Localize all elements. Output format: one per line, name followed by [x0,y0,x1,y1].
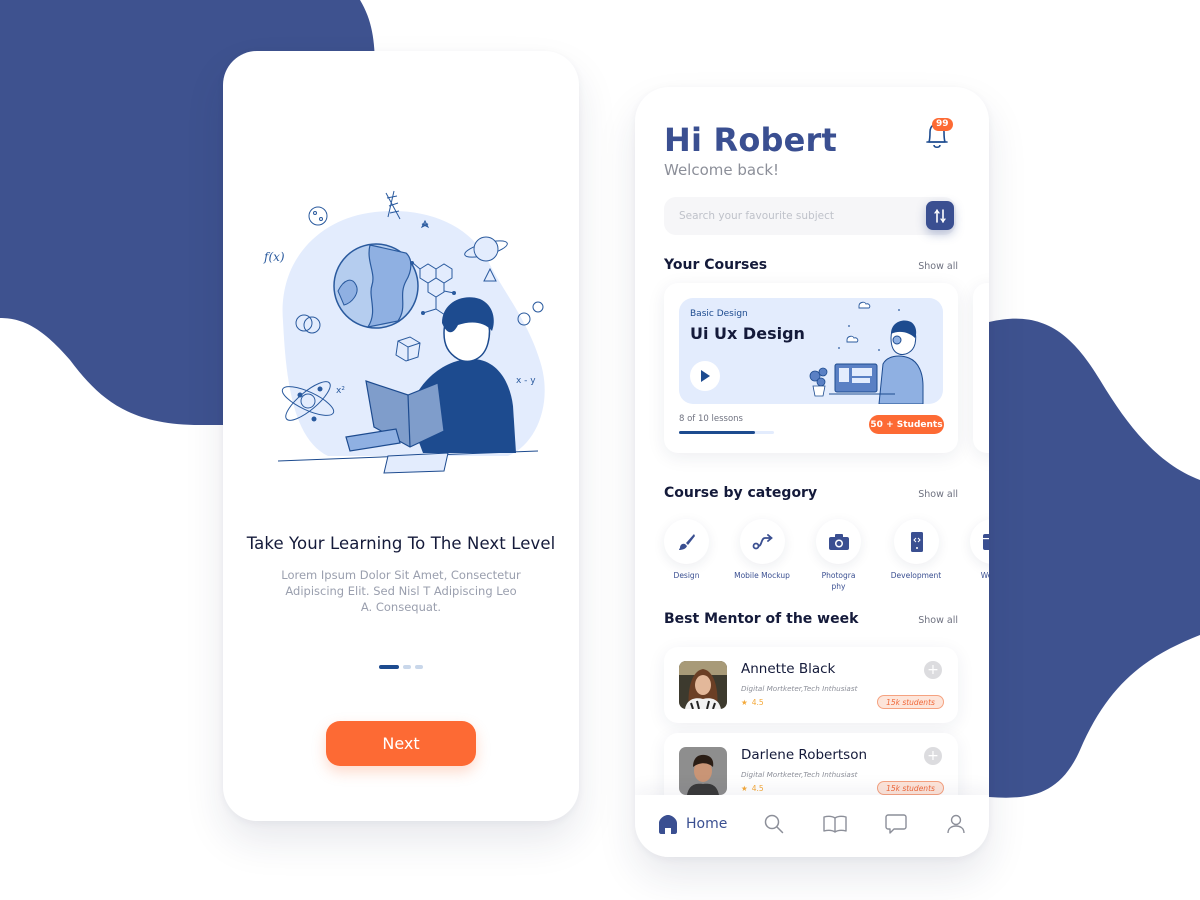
onboarding-screen: f(x) x² x - y Take Your Learning To The … [223,51,579,821]
camera-icon [828,533,849,550]
pagination-dots [379,665,423,669]
home-icon [659,815,677,834]
categories-heading: Course by category [664,485,818,501]
notification-badge: 99 [932,118,953,131]
home-screen: Hi Robert Welcome back! 99 Your Courses … [635,87,989,857]
course-card[interactable]: Basic Design Ui Ux Design 8 of 10 lesson… [664,283,958,453]
course-banner: Basic Design Ui Ux Design [679,298,943,404]
pagination-dot[interactable] [403,665,411,669]
star-icon: ★ [741,784,748,793]
xy-label: x - y [516,376,536,386]
mentor-rating: ★ 4.5 [741,784,764,793]
play-button[interactable] [690,361,720,391]
brush-icon [678,533,695,550]
category-development[interactable]: Development [891,519,970,592]
students-count-badge: 50 + Students [869,415,944,434]
right-blob [989,318,1200,798]
tab-messages[interactable] [885,814,907,834]
welcome-text: Welcome back! [664,161,780,179]
search-input[interactable] [664,210,956,222]
next-button[interactable]: Next [326,721,476,766]
mentor-rating: ★ 4.5 [741,698,764,707]
mentor-students-badge: 15k students [877,781,944,795]
book-icon [823,815,847,833]
globe-icon [333,243,419,329]
your-courses-heading: Your Courses [664,257,768,273]
pagination-dot-active[interactable] [379,665,399,669]
play-icon [701,370,710,382]
lessons-progress-fill [679,431,755,434]
mobile-code-icon [910,531,923,552]
category-web-design[interactable]: Web d [970,519,989,592]
categories-show-all[interactable]: Show all [918,489,958,500]
mentor-avatar [679,661,727,709]
bottom-tab-bar: Home [635,795,989,857]
course-card-next-peek[interactable] [973,283,989,453]
mentor-avatar [679,747,727,795]
onboarding-description: Lorem Ipsum Dolor Sit Amet, Consectetur … [281,568,521,614]
tab-profile[interactable] [947,814,965,834]
mentor-role: Digital Mortketer,Tech Inthusiast [741,770,858,779]
rating-value: 4.5 [751,784,764,793]
category-label: Photogra phy [821,571,856,591]
greeting-title: Hi Robert [664,121,838,159]
add-mentor-button[interactable]: + [924,747,942,765]
lessons-progress-text: 8 of 10 lessons [679,414,743,424]
mentors-heading: Best Mentor of the week [664,611,859,627]
designer-at-laptop-illustration [809,301,924,404]
course-category: Basic Design [690,309,748,319]
category-label: Mobile Mockup [734,571,790,580]
browser-icon [982,533,989,550]
category-photography[interactable]: Photogra phy [816,519,892,592]
filter-button[interactable] [926,201,954,230]
fx-label: f(x) [263,250,285,264]
chat-icon [885,814,907,834]
background-blobs [0,0,1200,798]
search-bar [664,197,956,235]
mentor-card[interactable]: Annette Black Digital Mortketer,Tech Int… [664,647,958,723]
sliders-icon [934,208,946,223]
onboarding-title: Take Your Learning To The Next Level [246,534,556,553]
mentor-name: Darlene Robertson [741,747,868,763]
student-reading-illustration: f(x) x² x - y [263,190,545,474]
your-courses-show-all[interactable]: Show all [918,261,958,272]
pagination-dot[interactable] [415,665,423,669]
tab-library[interactable] [823,814,847,834]
lessons-progress-bar [679,431,774,434]
course-name: Ui Ux Design [690,324,805,343]
category-list: Design Mobile Mockup Photogra phy Develo… [664,519,989,592]
x2-label: x² [336,386,345,396]
search-icon [764,814,784,834]
tab-home-label: Home [686,816,728,832]
rating-value: 4.5 [751,698,764,707]
mentor-role: Digital Mortketer,Tech Inthusiast [741,684,858,693]
user-icon [947,814,965,834]
category-mobile-mockup[interactable]: Mobile Mockup [734,519,816,592]
category-label: Development [890,571,942,580]
category-design[interactable]: Design [664,519,740,592]
star-icon: ★ [741,698,748,707]
mentors-show-all[interactable]: Show all [918,615,958,626]
add-mentor-button[interactable]: + [924,661,942,679]
mentor-name: Annette Black [741,661,836,677]
category-label: Design [673,571,700,580]
route-icon [752,533,773,549]
mentor-students-badge: 15k students [877,695,944,709]
category-label: Web d [980,571,989,580]
tab-search[interactable] [764,814,784,834]
tab-home[interactable]: Home [658,814,727,834]
